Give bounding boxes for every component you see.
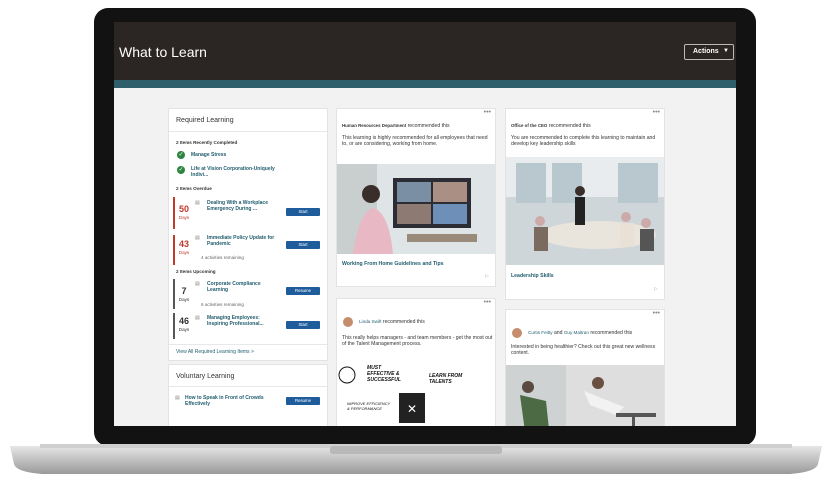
recommendation-text: You are recommended to complete this lea… <box>511 135 656 148</box>
recommended-suffix: recommended this <box>590 330 633 336</box>
days-label: Days <box>178 327 190 332</box>
course-thumbnail[interactable] <box>506 365 664 426</box>
days-count: 43 <box>178 239 189 249</box>
days-count: 50 <box>178 204 189 214</box>
recommendation-card: ••• Linda Swift recommended this This re… <box>336 298 496 426</box>
laptop-base <box>10 444 822 474</box>
recommendation-card: ••• Human Resources Department recommend… <box>336 108 496 287</box>
resume-button[interactable]: Resume <box>286 287 320 295</box>
actions-button[interactable]: Actions ▼ <box>684 44 734 60</box>
recommendation-text: This really helps managers - and team me… <box>342 335 493 348</box>
activities-remaining: 4 activities remaining <box>201 255 244 260</box>
overdue-item-title[interactable]: Immediate Policy Update for Pandemic <box>207 235 285 247</box>
app-screen: What to Learn Actions ▼ Required Learnin… <box>114 22 736 426</box>
resume-button[interactable]: Resume <box>286 397 320 405</box>
voluntary-learning-card: Voluntary Learning ▤ How to Speak in Fro… <box>168 364 328 426</box>
course-thumbnail[interactable] <box>506 157 664 265</box>
overdue-item-title[interactable]: Dealing With a Workplace Emergency Durin… <box>207 200 279 212</box>
recommender-and: and <box>553 330 563 336</box>
course-icon: ▤ <box>195 281 200 287</box>
upcoming-item-title[interactable]: Managing Employees: Inspiring Profession… <box>207 315 282 327</box>
header-accent-band <box>114 80 736 88</box>
required-learning-card: Required Learning 2 Items Recently Compl… <box>168 108 328 361</box>
course-icon: ▤ <box>195 200 200 206</box>
divider <box>169 131 327 132</box>
upcoming-item-title[interactable]: Corporate Compliance Learning <box>207 281 282 293</box>
actions-label: Actions <box>693 48 719 55</box>
course-icon: ▤ <box>195 315 200 321</box>
required-learning-title: Required Learning <box>176 117 234 124</box>
recommender-line: Linda Swift recommended this <box>359 319 425 325</box>
completed-item[interactable]: Life at Vision Corporation-Uniquely Indi… <box>191 166 277 178</box>
divider <box>169 344 327 345</box>
days-label: Days <box>178 215 190 220</box>
recommended-suffix: recommended this <box>407 123 450 129</box>
start-button[interactable]: Start <box>286 321 320 329</box>
more-horizontal-icon[interactable]: ••• <box>484 299 491 306</box>
avatar <box>343 317 353 327</box>
voluntary-learning-title: Voluntary Learning <box>176 373 235 380</box>
recommender-name[interactable]: Office of the CEO <box>511 123 547 128</box>
recommendation-text: Interested in being healthier? Check out… <box>511 344 656 357</box>
recommendation-text: This learning is highly recommended for … <box>342 135 488 148</box>
course-thumbnail[interactable] <box>337 164 495 254</box>
recommender-name[interactable]: Guy Maltran <box>564 330 589 335</box>
recommended-suffix: recommended this <box>548 123 591 129</box>
days-label: Days <box>178 297 190 302</box>
days-count: 7 <box>181 286 187 296</box>
more-horizontal-icon[interactable]: ••• <box>484 109 491 116</box>
course-title-link[interactable]: Leadership Skills <box>511 273 554 279</box>
course-icon: ▤ <box>195 235 200 241</box>
start-button[interactable]: Start <box>286 208 320 216</box>
flag-icon[interactable]: ⚐ <box>654 287 658 293</box>
check-circle-icon: ✓ <box>177 151 185 159</box>
header-bar: What to Learn Actions ▼ <box>114 22 736 80</box>
overdue-heading: 2 Items Overdue <box>176 186 212 191</box>
view-all-link[interactable]: View All Required Learning Items > <box>176 349 254 355</box>
days-count: 46 <box>178 316 189 326</box>
recommender-line: Curtis Feitty and Guy Maltran recommende… <box>528 330 662 336</box>
svg-text:✕: ✕ <box>407 402 417 416</box>
completed-heading: 2 Items Recently Completed <box>176 140 238 145</box>
check-circle-icon: ✓ <box>177 166 185 174</box>
recommender-name[interactable]: Human Resources Department <box>342 123 406 128</box>
recommendation-card: ••• Office of the CEO recommended this Y… <box>505 108 665 300</box>
recommender-line: Human Resources Department recommended t… <box>342 123 450 129</box>
days-label: Days <box>178 250 190 255</box>
upcoming-heading: 2 Items Upcoming <box>176 269 216 274</box>
voluntary-item-title[interactable]: How to Speak in Front of Crowds Effectiv… <box>185 395 277 407</box>
completed-item[interactable]: Manage Stress <box>191 152 226 158</box>
sketch-drawing: ✕ <box>338 366 425 423</box>
activities-remaining: 6 activities remaining <box>201 302 244 307</box>
more-horizontal-icon[interactable]: ••• <box>653 109 660 116</box>
course-icon: ▤ <box>175 395 180 401</box>
recommended-suffix: recommended this <box>382 319 425 325</box>
flag-icon[interactable]: ⚐ <box>485 274 489 280</box>
avatar <box>512 328 522 338</box>
start-button[interactable]: Start <box>286 241 320 249</box>
more-horizontal-icon[interactable]: ••• <box>653 310 660 317</box>
divider <box>169 386 327 387</box>
recommender-line: Office of the CEO recommended this <box>511 123 591 129</box>
course-thumbnail[interactable]: MUST EFFECTIVE & SUCCESSFUL LEARN FROM T… <box>337 353 495 426</box>
course-title-link[interactable]: Working From Home Guidelines and Tips <box>342 261 444 267</box>
chevron-down-icon: ▼ <box>723 48 729 54</box>
page-title: What to Learn <box>119 44 207 60</box>
recommendation-card: ••• Curtis Feitty and Guy Maltran recomm… <box>505 309 665 426</box>
recommender-name[interactable]: Linda Swift <box>359 319 381 324</box>
recommender-name[interactable]: Curtis Feitty <box>528 330 553 335</box>
